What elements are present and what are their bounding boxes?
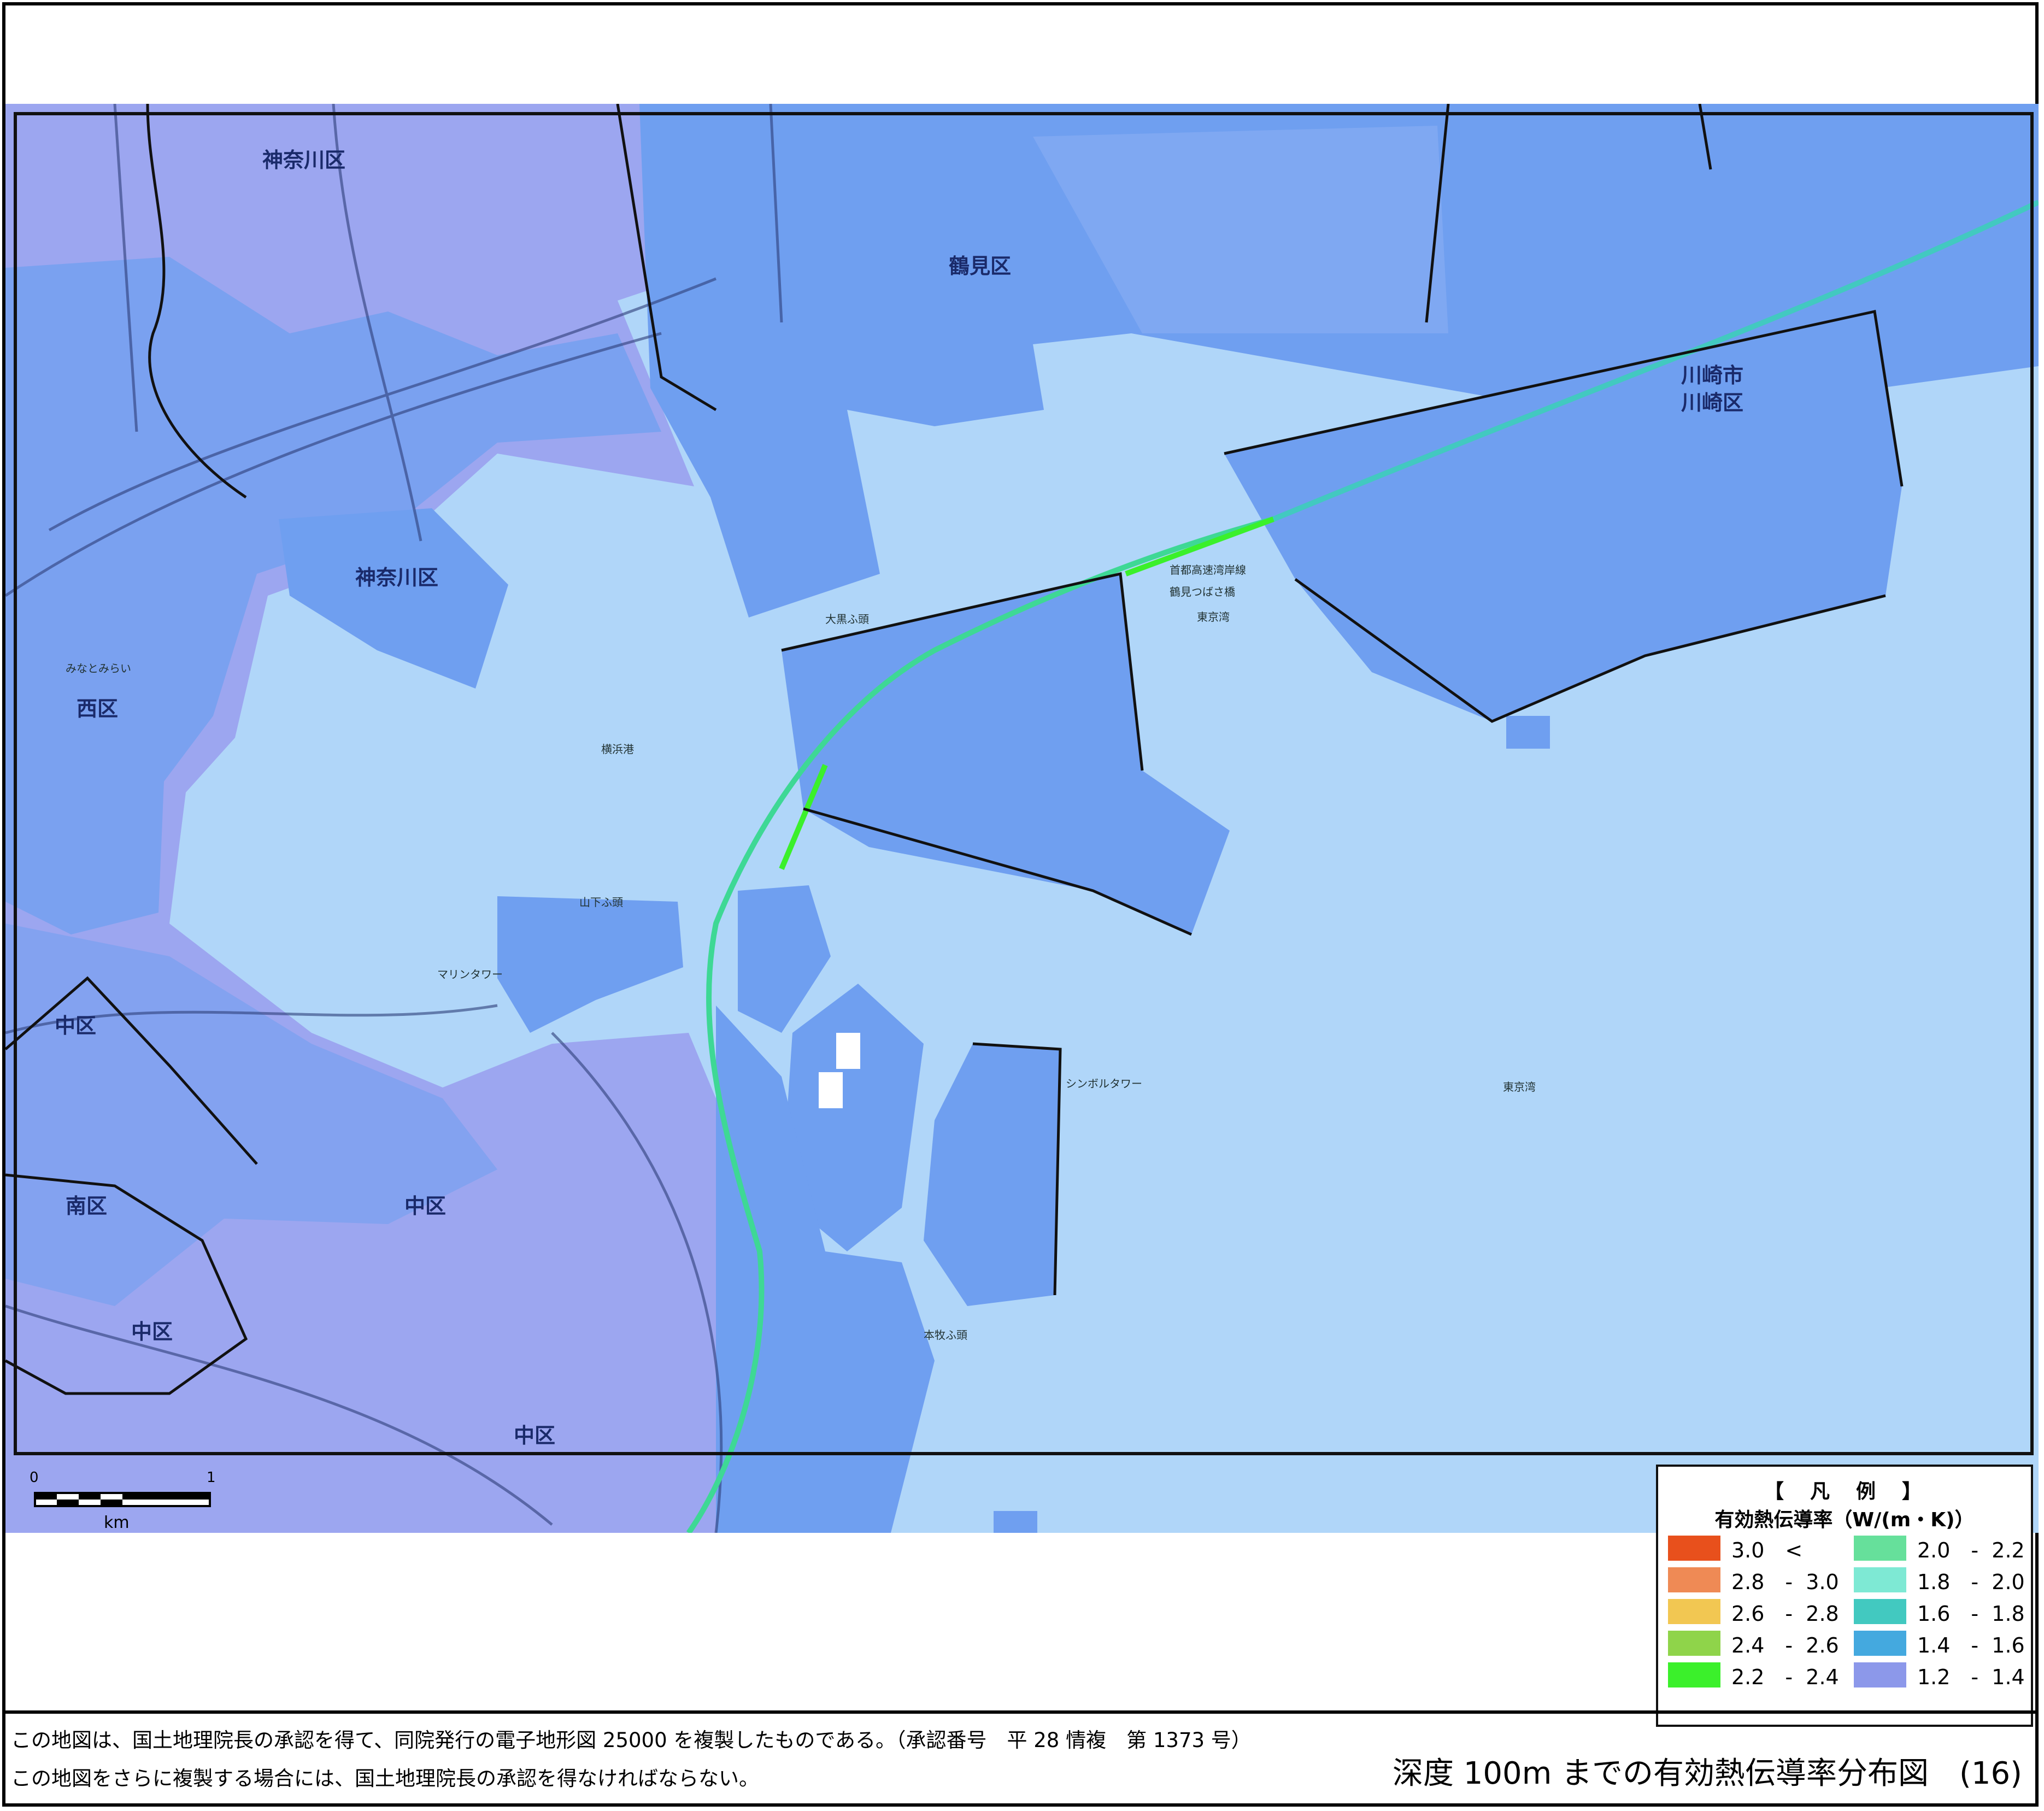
map-panel[interactable]: 神奈川区 神奈川区 鶴見区 西区 中区 南区 中区 中区 中区 川崎市 川崎区 … [5, 104, 2039, 1533]
no-data-cell [836, 1033, 860, 1069]
legend-item: 1.4 - 1.6 [1854, 1630, 2025, 1657]
reproduction-note: この地図をさらに複製する場合には、国土地理院長の承認を得なければならない。 [11, 1767, 759, 1790]
legend-item: 2.0 - 2.2 [1854, 1534, 2025, 1562]
legend-swatch [1668, 1631, 1720, 1656]
legend-label: 1.4 - 1.6 [1917, 1633, 2025, 1657]
legend-item: 1.2 - 1.4 [1854, 1661, 2025, 1689]
legend-swatch [1854, 1631, 1906, 1656]
legend-swatch [1668, 1567, 1720, 1592]
ward-label: 中区 [131, 1320, 173, 1344]
legend-label: 1.6 - 1.8 [1917, 1601, 2025, 1626]
legend: 【 凡 例 】 有効熱伝導率（W/(m・K)） 3.0 < 2.8 - 3.0 … [1656, 1465, 2033, 1727]
scale-zero-label: 0 [30, 1469, 39, 1486]
scale-one-label: 1 [207, 1469, 216, 1486]
copyright-note: この地図は、国土地理院長の承認を得て、同院発行の電子地形図 25000 を複製し… [11, 1728, 1252, 1752]
legend-label: 2.8 - 3.0 [1731, 1569, 1839, 1594]
figure-caption: 深度 100m までの有効熱伝導率分布図 (16) [1393, 1756, 2022, 1791]
footer: この地図は、国土地理院長の承認を得て、同院発行の電子地形図 25000 を複製し… [5, 1710, 2039, 1807]
legend-item: 3.0 < [1668, 1534, 1802, 1562]
place-label: 東京湾 [1197, 610, 1230, 624]
ward-label: 川崎市 [1681, 363, 1743, 387]
place-label: 山下ふ頭 [579, 896, 623, 909]
legend-title: 【 凡 例 】 [1764, 1480, 1925, 1503]
map-canvas[interactable]: 神奈川区 神奈川区 鶴見区 西区 中区 南区 中区 中区 中区 川崎市 川崎区 … [5, 104, 2039, 1533]
legend-item: 2.4 - 2.6 [1668, 1630, 1839, 1657]
legend-label: 2.2 - 2.4 [1731, 1665, 1839, 1689]
ward-label: 神奈川区 [355, 566, 438, 590]
no-data-cell [819, 1072, 843, 1108]
shoal-square [1814, 563, 1858, 596]
legend-item: 2.2 - 2.4 [1668, 1661, 1839, 1689]
place-label: 首都高速湾岸線 [1170, 563, 1246, 577]
legend-swatch [1668, 1662, 1720, 1687]
place-label: マリンタワー [437, 968, 503, 981]
legend-item: 2.8 - 3.0 [1668, 1566, 1839, 1594]
place-label: みなとみらい [66, 662, 131, 675]
legend-item: 2.6 - 2.8 [1668, 1598, 1839, 1626]
ward-label: 中区 [404, 1194, 446, 1218]
legend-label: 2.0 - 2.2 [1917, 1538, 2025, 1562]
legend-item: 1.6 - 1.8 [1854, 1598, 2025, 1626]
legend-subtitle: 有効熱伝導率（W/(m・K)） [1714, 1509, 1975, 1531]
shoal-square [994, 1511, 1037, 1533]
legend-label: 1.2 - 1.4 [1917, 1665, 2025, 1689]
ward-label: 神奈川区 [262, 148, 345, 172]
ward-label: 川崎区 [1681, 391, 1743, 415]
place-label: シンボルタワー [1066, 1077, 1142, 1090]
ward-label: 南区 [66, 1194, 107, 1218]
legend-item: 1.8 - 2.0 [1854, 1566, 2025, 1594]
legend-label: 3.0 < [1731, 1538, 1803, 1562]
legend-swatch [1854, 1567, 1906, 1592]
place-label: 大黒ふ頭 [825, 613, 869, 626]
scale-bar: 0 1 km [22, 1454, 251, 1536]
place-label: 横浜港 [601, 743, 634, 756]
place-label: 東京湾 [1503, 1080, 1536, 1093]
place-label: 本牧ふ頭 [924, 1328, 967, 1342]
legend-swatch [1668, 1536, 1720, 1561]
legend-label: 1.8 - 2.0 [1917, 1569, 2025, 1594]
shoal-square [1506, 716, 1550, 749]
legend-swatch [1854, 1536, 1906, 1561]
legend-swatch [1854, 1662, 1906, 1687]
legend-swatch [1854, 1599, 1906, 1624]
ward-label: 中区 [55, 1014, 96, 1038]
ward-label: 中区 [514, 1424, 555, 1448]
scale-unit-label: km [104, 1513, 130, 1532]
legend-label: 2.4 - 2.6 [1731, 1633, 1839, 1657]
ward-label: 西区 [77, 697, 118, 721]
ward-label: 鶴見区 [949, 254, 1011, 278]
legend-swatch [1668, 1599, 1720, 1624]
place-label: 鶴見つばさ橋 [1170, 585, 1235, 598]
legend-label: 2.6 - 2.8 [1731, 1601, 1839, 1626]
